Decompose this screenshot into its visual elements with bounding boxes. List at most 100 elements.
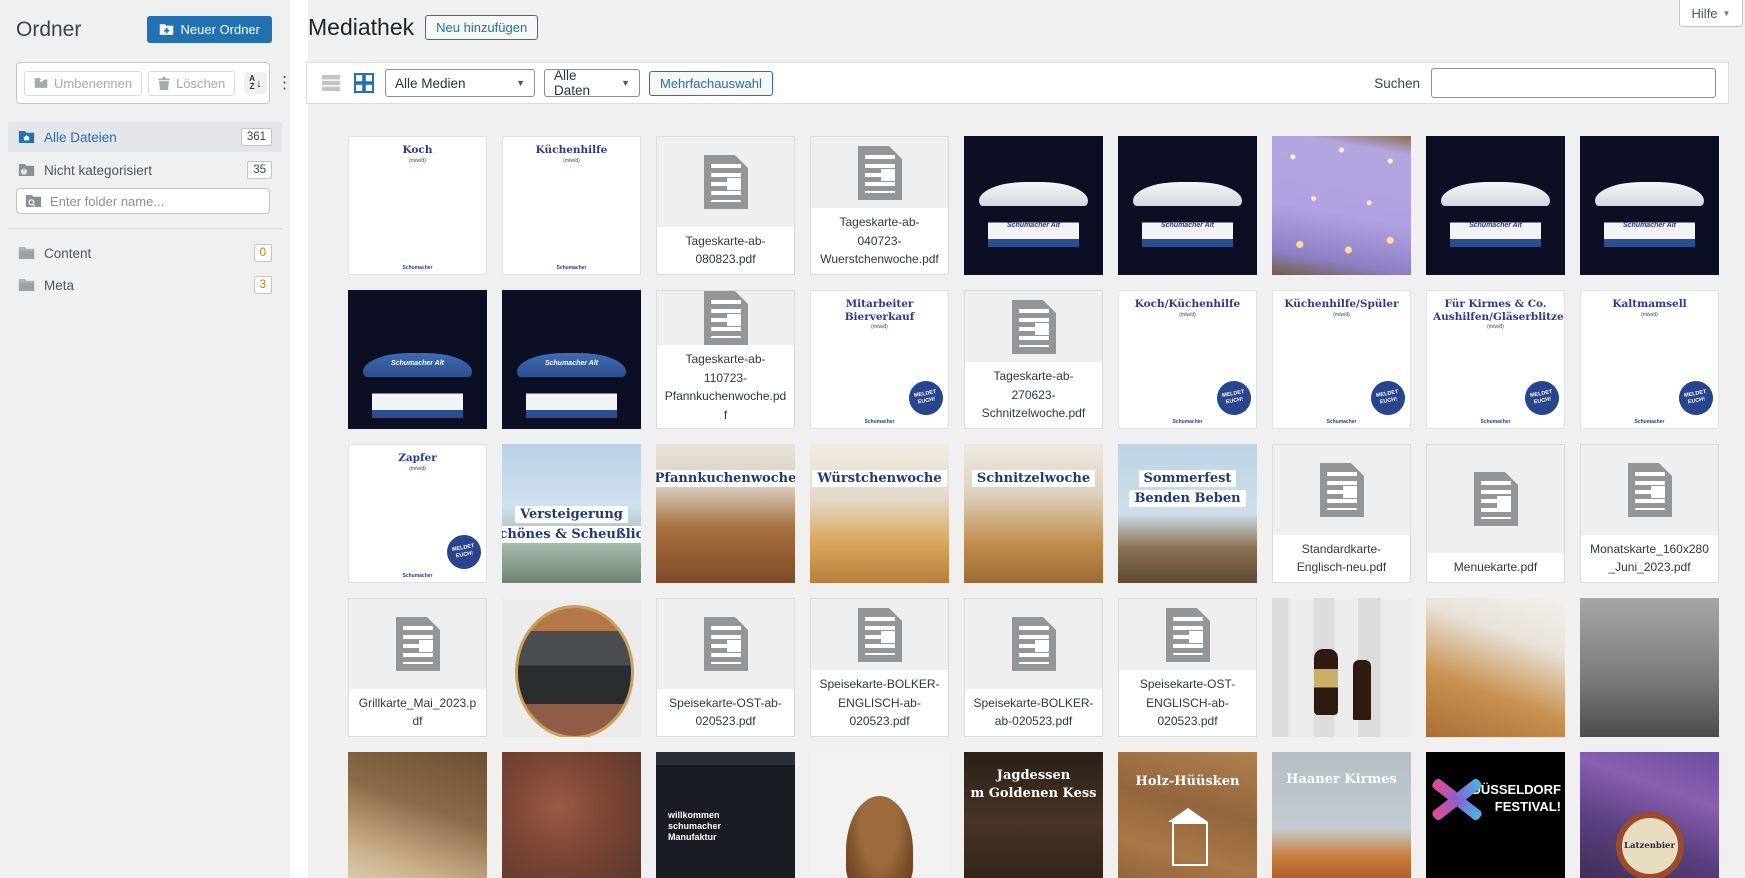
poster-subtitle: (m/w/d) [349,466,486,472]
folder-actions-toolbar: Umbenennen Löschen AZ ↓ ⋮ [16,62,270,104]
beer-cart-graphic: Schumacher Alt [1580,136,1719,275]
sort-arrow-icon: ↓ [256,76,262,90]
date-filter[interactable]: Alle Daten ▼ [544,69,640,97]
folder-name-input[interactable] [50,194,261,209]
image-overlay-text: Latzenbier [1616,812,1684,878]
media-tile[interactable]: Tageskarte-ab-270623-Schnitzelwoche.pdf [964,290,1103,429]
overlay-line: Versteigerung [515,506,628,523]
media-tile[interactable]: Schumacher Alt [1580,136,1719,275]
sort-az-icon: AZ [249,75,255,91]
sidebar-item-uncategorized[interactable]: Nicht kategorisiert 35 [8,155,282,185]
overlay-line: Schnitzelwoche [972,470,1095,487]
file-name: Tageskarte-ab-080823.pdf [657,227,794,274]
media-type-filter-value: Alle Medien [395,76,466,91]
media-tile[interactable]: Tageskarte-ab-080823.pdf [656,136,795,275]
image-overlay-text: willkommenschumacherManufaktur [668,810,721,842]
media-tile[interactable]: DÜSSELDORFFESTIVAL! [1426,752,1565,878]
media-tile[interactable] [1426,598,1565,737]
overlay-line: Haaner Kirmes [1286,772,1397,787]
media-tile[interactable]: Menuekarte.pdf [1426,444,1565,583]
document-icon [858,608,902,662]
poster-brand-logo: Schumacher [349,265,486,271]
overlay-line: Jagdessen [997,768,1070,783]
overlay-line: Würstchenwoche [812,470,946,487]
media-tile[interactable] [348,752,487,878]
cart-roof [1441,182,1549,206]
overlay-line: m Goldenen Kess [971,786,1097,801]
media-tile[interactable]: Tageskarte-ab-110723-Pfannkuchenwoche.pd… [656,290,795,429]
media-tile[interactable]: Zapfer (m/w/d) Schumacher MELDET EUCH! [348,444,487,583]
document-fold [427,617,440,630]
media-tile[interactable]: Grillkarte_Mai_2023.pdf [348,598,487,737]
media-tile[interactable]: Für Kirmes & Co. Aushilfen/Gläserblitze … [1426,290,1565,429]
overlay-line: Sommerfest [1139,470,1237,487]
folder-count-badge: 0 [254,244,272,262]
media-tile[interactable]: Schumacher Alt [964,136,1103,275]
overlay-line: willkommen [668,810,720,820]
sidebar-item-meta[interactable]: Meta 3 [8,270,282,300]
media-tile[interactable]: Pfannkuchenwoche [656,444,795,583]
media-tile[interactable]: Speisekarte-OST-ab-020523.pdf [656,598,795,737]
media-tile[interactable]: willkommenschumacherManufaktur [656,752,795,878]
media-tile[interactable]: Tageskarte-ab-040723-Wuerstchenwoche.pdf [810,136,949,275]
sidebar-item-content[interactable]: Content 0 [8,238,282,268]
list-view-button[interactable] [319,71,343,95]
media-search-input[interactable] [1431,68,1716,98]
media-tile[interactable]: Schumacher Alt [348,290,487,429]
media-tile[interactable] [502,598,641,737]
media-tile[interactable]: Kaltmamsell (m/w/d) Schumacher MELDET EU… [1580,290,1719,429]
media-tile[interactable]: Haaner Kirmes [1272,752,1411,878]
media-tile[interactable]: Küchenhilfe (m/w/d) Schumacher [502,136,641,275]
media-tile[interactable]: Schumacher Alt [1426,136,1565,275]
media-tile[interactable]: Speisekarte-BOLKER-ENGLISCH-ab-020523.pd… [810,598,949,737]
image-overlay-text: DÜSSELDORFFESTIVAL! [1471,782,1561,814]
cart-caption: Schumacher Alt [391,360,444,367]
media-tile[interactable]: Monatskarte_160x280_Juni_2023.pdf [1580,444,1719,583]
media-tile[interactable]: Versteigerung Schönes & Scheußlich [502,444,641,583]
media-tile[interactable]: Schumacher Alt [1118,136,1257,275]
media-tile[interactable]: Speisekarte-OST-ENGLISCH-ab-020523.pdf [1118,598,1257,737]
chevron-down-icon: ▼ [1723,9,1731,18]
bulk-select-button[interactable]: Mehrfachauswahl [649,71,773,96]
overlay-line: Benden Beben [1129,490,1245,507]
media-tile[interactable]: Latzenbier [1580,752,1719,878]
sidebar-title: Ordner [16,18,81,42]
folder-count-badge: 35 [247,161,272,179]
overlay-line: Manufaktur [668,832,717,842]
document-icon [1628,463,1672,517]
media-tile[interactable]: Speisekarte-BOLKER-ab-020523.pdf [964,598,1103,737]
add-new-media-button[interactable]: Neu hinzufügen [425,15,538,40]
media-tile[interactable] [1580,598,1719,737]
media-tile[interactable] [810,752,949,878]
media-tile[interactable]: Koch (m/w/d) Schumacher [348,136,487,275]
poster-title: Zapfer [349,452,486,465]
sidebar-item-all-files[interactable]: Alle Dateien 361 [8,122,282,152]
media-tile[interactable]: Standardkarte-Englisch-neu.pdf [1272,444,1411,583]
media-tile[interactable] [502,752,641,878]
overlay-line: Schönes & Scheußlich [502,526,641,543]
media-tile[interactable]: Schumacher Alt [502,290,641,429]
sort-folders-button[interactable]: AZ ↓ [244,72,267,94]
media-tile[interactable]: Würstchenwoche [810,444,949,583]
cart-roof [1133,182,1241,206]
media-tile[interactable]: Sommerfest Benden Beben [1118,444,1257,583]
folder-count-badge: 3 [254,276,272,294]
rename-folder-icon [34,77,48,89]
media-toolbar: Alle Medien ▼ Alle Daten ▼ Mehrfachauswa… [306,62,1729,104]
new-folder-button[interactable]: Neuer Ordner [147,16,272,43]
help-button[interactable]: Hilfe ▼ [1679,0,1743,27]
media-tile[interactable] [1272,598,1411,737]
media-tile[interactable]: Schnitzelwoche [964,444,1103,583]
delete-folder-button[interactable]: Löschen [148,71,235,96]
media-type-filter[interactable]: Alle Medien ▼ [385,69,535,97]
media-tile[interactable]: Jagdessen m Goldenen Kess [964,752,1103,878]
poster-title: Küchenhilfe [503,144,640,157]
media-tile[interactable] [1272,136,1411,275]
media-tile[interactable]: Mitarbeiter Bierverkauf (m/w/d) Schumach… [810,290,949,429]
media-tile[interactable]: Koch/Küchenhilfe (m/w/d) Schumacher MELD… [1118,290,1257,429]
rename-folder-button[interactable]: Umbenennen [24,71,142,96]
media-tile[interactable]: Holz-Hüüsken [1118,752,1257,878]
grid-view-button[interactable] [352,71,376,95]
media-tile[interactable]: Küchenhilfe/Spüler (m/w/d) Schumacher ME… [1272,290,1411,429]
image-overlay-text: Jagdessen m Goldenen Kess [964,768,1103,801]
